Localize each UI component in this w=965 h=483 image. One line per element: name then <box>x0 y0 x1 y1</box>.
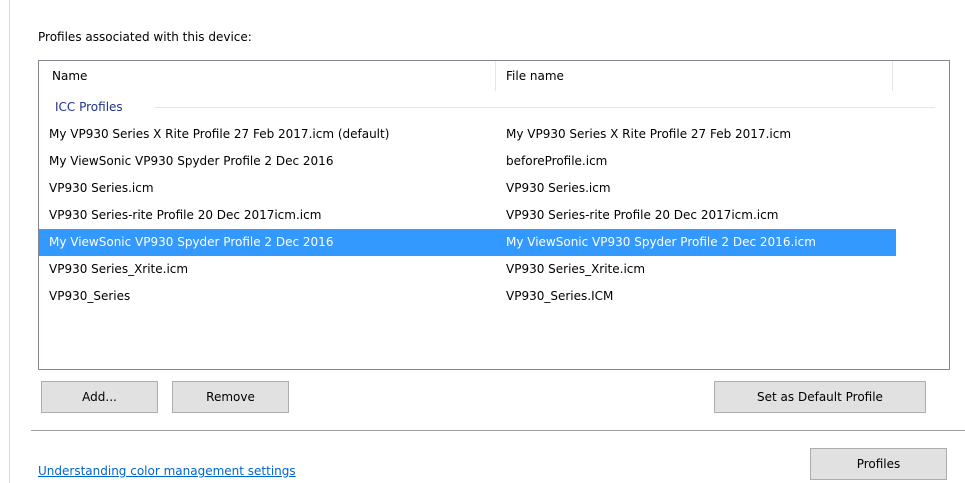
profile-name-cell: VP930_Series <box>49 289 131 303</box>
column-header-filler <box>893 61 949 91</box>
list-rows: My VP930 Series X Rite Profile 27 Feb 20… <box>39 121 949 310</box>
profiles-button[interactable]: Profiles <box>810 448 947 480</box>
profile-file-cell: beforeProfile.icm <box>506 154 608 168</box>
profile-name-cell: My ViewSonic VP930 Spyder Profile 2 Dec … <box>49 154 334 168</box>
add-button[interactable]: Add... <box>41 381 158 413</box>
profile-name-cell: My VP930 Series X Rite Profile 27 Feb 20… <box>49 127 390 141</box>
profile-name-cell: VP930 Series-rite Profile 20 Dec 2017icm… <box>49 208 322 222</box>
list-item[interactable]: My VP930 Series X Rite Profile 27 Feb 20… <box>39 121 896 148</box>
panel-left-border <box>9 0 10 483</box>
profile-file-cell: VP930 Series-rite Profile 20 Dec 2017icm… <box>506 208 779 222</box>
profile-file-cell: My VP930 Series X Rite Profile 27 Feb 20… <box>506 127 792 141</box>
divider <box>31 430 965 431</box>
profile-name-cell: VP930 Series_Xrite.icm <box>49 262 189 276</box>
list-item[interactable]: VP930 Series-rite Profile 20 Dec 2017icm… <box>39 202 896 229</box>
remove-button[interactable]: Remove <box>172 381 289 413</box>
list-item-selected[interactable]: My ViewSonic VP930 Spyder Profile 2 Dec … <box>39 229 896 256</box>
list-item[interactable]: My ViewSonic VP930 Spyder Profile 2 Dec … <box>39 148 896 175</box>
profile-file-cell: VP930 Series.icm <box>506 181 611 195</box>
set-default-profile-button[interactable]: Set as Default Profile <box>714 381 926 413</box>
profile-name-cell: My ViewSonic VP930 Spyder Profile 2 Dec … <box>49 235 334 249</box>
group-label: ICC Profiles <box>55 100 123 114</box>
profile-name-cell: VP930 Series.icm <box>49 181 154 195</box>
understanding-color-management-link[interactable]: Understanding color management settings <box>38 462 296 480</box>
profile-file-cell: My ViewSonic VP930 Spyder Profile 2 Dec … <box>506 235 816 249</box>
profiles-list[interactable]: Name File name ICC Profiles My VP930 Ser… <box>38 60 950 370</box>
list-item[interactable]: VP930 Series_Xrite.icm VP930 Series_Xrite… <box>39 256 896 283</box>
profile-file-cell: VP930_Series.ICM <box>506 289 614 303</box>
column-header-name[interactable]: Name <box>39 61 496 91</box>
column-header-file-name[interactable]: File name <box>496 61 893 91</box>
profile-file-cell: VP930 Series_Xrite.icm <box>506 262 646 276</box>
list-item[interactable]: VP930 Series.icm VP930 Series.icm <box>39 175 896 202</box>
group-divider <box>155 107 935 108</box>
color-management-devices-panel: Profiles associated with this device: Na… <box>0 0 965 483</box>
list-item[interactable]: VP930_Series VP930_Series.ICM <box>39 283 896 310</box>
list-header: Name File name <box>39 61 949 91</box>
profiles-section-label: Profiles associated with this device: <box>38 30 252 44</box>
group-header-icc-profiles[interactable]: ICC Profiles <box>39 98 949 116</box>
